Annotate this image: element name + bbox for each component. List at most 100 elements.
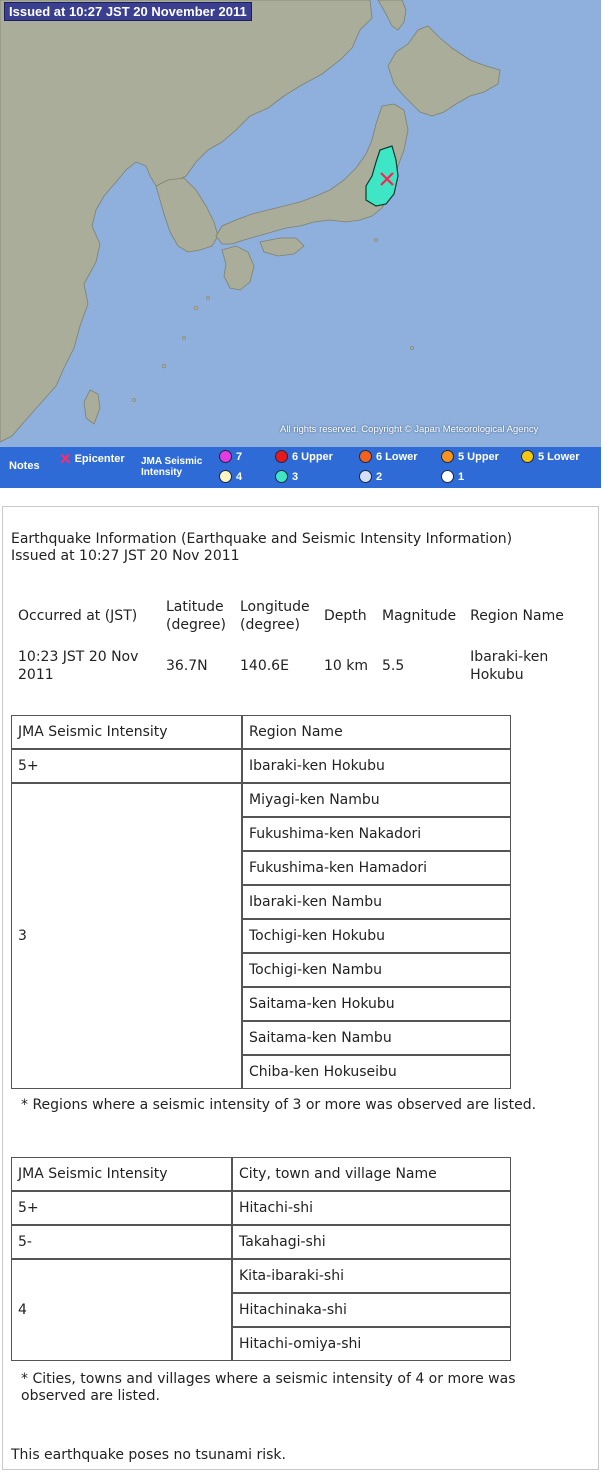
intensity-cell: 5+: [11, 749, 242, 783]
value-magnitude: 5.5: [382, 658, 405, 674]
legend-item-4: 4: [219, 470, 242, 483]
region-cell: Chiba-ken Hokuseibu: [242, 1055, 511, 1089]
intensity-cell: 5+: [11, 1191, 232, 1225]
legend-jma-line1: JMA Seismic: [141, 456, 203, 467]
map-canvas: [0, 0, 601, 447]
region-cell: Miyagi-ken Nambu: [242, 783, 511, 817]
column-header-intensity: JMA Seismic Intensity: [11, 715, 242, 749]
header-depth: Depth: [324, 608, 367, 624]
island: [374, 238, 378, 242]
info-issued-line: Issued at 10:27 JST 20 Nov 2011: [11, 548, 240, 564]
header-magnitude: Magnitude: [382, 608, 457, 624]
earthquake-summary-table: Occurred at (JST) Latitude (degree) Long…: [11, 589, 577, 689]
summary-value-row: 10:23 JST 20 Nov 2011 36.7N 140.6E 10 km…: [11, 643, 577, 689]
legend-item-label: 6 Upper: [292, 450, 333, 463]
legend-item-2: 2: [359, 470, 382, 483]
value-occurred: 10:23 JST 20 Nov 2011: [18, 649, 139, 683]
city-cell: Hitachinaka-shi: [232, 1293, 511, 1327]
table-header-row: JMA Seismic Intensity Region Name: [11, 715, 511, 749]
legend-item-6-lower: 6 Lower: [359, 450, 418, 463]
copyright-notice: All rights reserved. Copyright © Japan M…: [280, 424, 539, 435]
column-header-region: Region Name: [242, 715, 511, 749]
region-cell: Fukushima-ken Nakadori: [242, 817, 511, 851]
legend-item-label: 1: [458, 470, 465, 483]
header-latitude: Latitude (degree): [166, 599, 226, 633]
circle-icon: [359, 470, 372, 483]
island: [193, 305, 199, 311]
region-intensity-table: JMA Seismic Intensity Region Name 5+ Iba…: [11, 715, 511, 1089]
issued-time-label: Issued at 10:27 JST 20 November 2011: [4, 2, 252, 21]
circle-icon: [275, 470, 288, 483]
legend-epicenter: ✕ Epicenter: [59, 450, 125, 468]
column-header-city: City, town and village Name: [232, 1157, 511, 1191]
legend-item-label: 3: [292, 470, 299, 483]
circle-icon: [441, 470, 454, 483]
legend-item-6-upper: 6 Upper: [275, 450, 333, 463]
legend-item-label: 6 Lower: [376, 450, 418, 463]
table-row: 3 Miyagi-ken Nambu: [11, 783, 511, 1089]
city-table-note: * Cities, towns and villages where a sei…: [21, 1371, 516, 1405]
city-cell: Hitachi-omiya-shi: [232, 1327, 511, 1361]
legend-item-3: 3: [275, 470, 298, 483]
city-intensity-table: JMA Seismic Intensity City, town and vil…: [11, 1157, 511, 1361]
legend-item-7: 7: [219, 450, 242, 463]
region-table-note: * Regions where a seismic intensity of 3…: [21, 1097, 537, 1113]
legend-item-label: 4: [236, 470, 243, 483]
island: [132, 398, 136, 402]
circle-icon: [219, 450, 232, 463]
table-row: 5- Takahagi-shi: [11, 1225, 511, 1259]
island: [182, 336, 186, 340]
legend-item-label: 5 Lower: [538, 450, 580, 463]
legend-item-label: 5 Upper: [458, 450, 499, 463]
legend-epicenter-label: Epicenter: [74, 453, 125, 465]
map-legend: Notes ✕ Epicenter JMA Seismic Intensity …: [0, 447, 601, 488]
city-note-line1: * Cities, towns and villages where a sei…: [21, 1371, 516, 1387]
value-latitude: 36.7N: [166, 658, 208, 674]
island: [410, 346, 414, 350]
legend-notes-label: Notes: [9, 460, 40, 472]
seismic-intensity-map: Issued at 10:27 JST 20 November 2011 All…: [0, 0, 605, 488]
earthquake-info-panel: Earthquake Information (Earthquake and S…: [2, 506, 599, 1470]
city-cell: Hitachi-shi: [232, 1191, 511, 1225]
circle-icon: [359, 450, 372, 463]
x-icon: ✕: [59, 450, 72, 468]
region-cell: Ibaraki-ken Hokubu: [242, 749, 511, 783]
info-title-line1: Earthquake Information (Earthquake and S…: [11, 531, 513, 547]
header-occurred: Occurred at (JST): [18, 608, 138, 624]
legend-item-label: 7: [236, 450, 243, 463]
info-title: Earthquake Information (Earthquake and S…: [11, 531, 512, 565]
tsunami-statement: This earthquake poses no tsunami risk.: [11, 1447, 286, 1463]
region-cell: Ibaraki-ken Nambu: [242, 885, 511, 919]
value-depth: 10 km: [324, 658, 369, 674]
table-row: 4 Kita-ibaraki-shi: [11, 1259, 511, 1361]
intensity-cell: 4: [11, 1259, 232, 1361]
city-cell: Kita-ibaraki-shi: [232, 1259, 511, 1293]
legend-item-5-upper: 5 Upper: [441, 450, 499, 463]
header-longitude: Longitude (degree): [240, 599, 310, 633]
city-note-line2: observed are listed.: [21, 1388, 160, 1404]
region-cell: Tochigi-ken Hokubu: [242, 919, 511, 953]
island: [161, 363, 167, 369]
summary-header-row: Occurred at (JST) Latitude (degree) Long…: [11, 589, 577, 643]
legend-item-5-lower: 5 Lower: [521, 450, 580, 463]
column-header-intensity: JMA Seismic Intensity: [11, 1157, 232, 1191]
value-longitude: 140.6E: [240, 658, 289, 674]
circle-icon: [275, 450, 288, 463]
circle-icon: [521, 450, 534, 463]
table-row: 5+ Hitachi-shi: [11, 1191, 511, 1225]
legend-item-label: 2: [376, 470, 383, 483]
legend-jma-line2: Intensity: [141, 467, 183, 478]
intensity-cell: 3: [11, 783, 242, 1089]
circle-icon: [441, 450, 454, 463]
region-cell: Fukushima-ken Hamadori: [242, 851, 511, 885]
legend-jma-label: JMA Seismic Intensity: [141, 456, 202, 478]
region-cell: Tochigi-ken Nambu: [242, 953, 511, 987]
value-region: Ibaraki-ken Hokubu: [470, 649, 549, 683]
region-cell: Saitama-ken Hokubu: [242, 987, 511, 1021]
circle-icon: [219, 470, 232, 483]
intensity-cell: 5-: [11, 1225, 232, 1259]
header-region: Region Name: [470, 608, 564, 624]
legend-item-1: 1: [441, 470, 464, 483]
table-row: 5+ Ibaraki-ken Hokubu: [11, 749, 511, 783]
table-header-row: JMA Seismic Intensity City, town and vil…: [11, 1157, 511, 1191]
